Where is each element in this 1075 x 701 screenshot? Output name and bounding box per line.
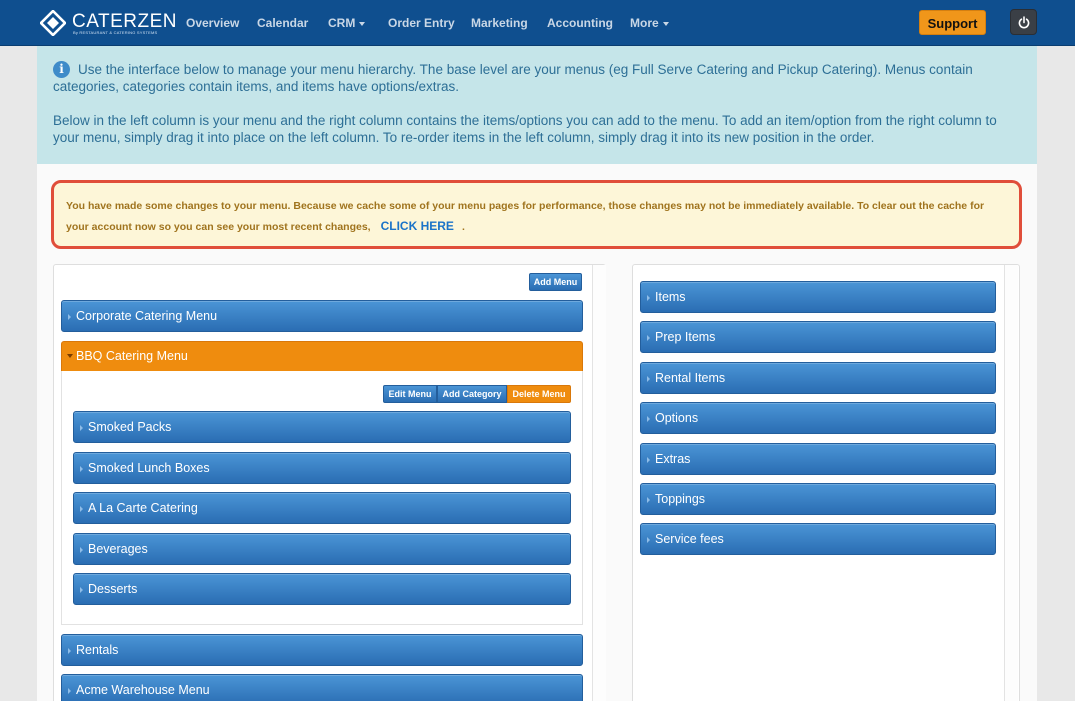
library-items[interactable]: Items xyxy=(640,281,996,313)
cache-warning-suffix: . xyxy=(461,221,465,233)
chevron-right-icon xyxy=(80,466,83,472)
chevron-right-icon xyxy=(647,497,650,503)
nav-more[interactable]: More xyxy=(630,16,669,30)
chevron-down-icon xyxy=(662,21,669,26)
cache-warning-text: You have made some changes to your menu.… xyxy=(66,196,996,237)
chevron-right-icon xyxy=(68,314,71,320)
chevron-right-icon xyxy=(68,688,71,694)
edit-menu-button[interactable]: Edit Menu xyxy=(383,385,437,403)
category-label: Beverages xyxy=(88,542,148,556)
menu-rentals[interactable]: Rentals xyxy=(61,634,583,666)
category-smoked-lunch-boxes[interactable]: Smoked Lunch Boxes xyxy=(73,452,571,484)
nav-overview[interactable]: Overview xyxy=(186,16,239,30)
category-label: Smoked Packs xyxy=(88,420,172,434)
library-label: Rental Items xyxy=(655,371,726,385)
library-label: Toppings xyxy=(655,492,706,506)
menu-corporate-catering[interactable]: Corporate Catering Menu xyxy=(61,300,583,332)
chevron-right-icon xyxy=(647,416,650,422)
menu-label: Rentals xyxy=(76,643,119,657)
library-prep-items[interactable]: Prep Items xyxy=(640,321,996,353)
chevron-right-icon xyxy=(647,295,650,301)
library-label: Extras xyxy=(655,452,691,466)
library-label: Options xyxy=(655,411,699,425)
category-beverages[interactable]: Beverages xyxy=(73,533,571,565)
power-icon xyxy=(1018,16,1030,29)
add-menu-button[interactable]: Add Menu xyxy=(529,273,582,291)
cache-warning-message: You have made some changes to your menu.… xyxy=(66,200,985,233)
chevron-right-icon xyxy=(647,335,650,341)
menu-label: Corporate Catering Menu xyxy=(76,309,218,323)
menu-label: BBQ Catering Menu xyxy=(76,349,188,363)
chevron-right-icon xyxy=(647,537,650,543)
library-service-fees[interactable]: Service fees xyxy=(640,523,996,555)
nav-crm[interactable]: CRM xyxy=(328,16,366,30)
cache-warning-alert: You have made some changes to your menu.… xyxy=(51,180,1022,249)
library-label: Items xyxy=(655,290,686,304)
clear-cache-link[interactable]: CLICK HERE xyxy=(381,219,454,233)
category-label: Desserts xyxy=(88,582,138,596)
library-rental-items[interactable]: Rental Items xyxy=(640,362,996,394)
nav-order-entry[interactable]: Order Entry xyxy=(388,16,455,30)
nav-crm-label: CRM xyxy=(328,16,356,30)
add-category-button[interactable]: Add Category xyxy=(437,385,507,403)
menu-acme-warehouse[interactable]: Acme Warehouse Menu xyxy=(61,674,583,701)
library-extras[interactable]: Extras xyxy=(640,443,996,475)
nav-calendar[interactable]: Calendar xyxy=(257,16,308,30)
library-label: Prep Items xyxy=(655,330,716,344)
left-panel-scrollbar[interactable] xyxy=(592,265,606,701)
library-options[interactable]: Options xyxy=(640,402,996,434)
nav-marketing[interactable]: Marketing xyxy=(471,16,528,30)
chevron-right-icon xyxy=(68,648,71,654)
chevron-right-icon xyxy=(80,425,83,431)
chevron-down-icon xyxy=(67,354,73,358)
chevron-right-icon xyxy=(647,457,650,463)
logout-button[interactable] xyxy=(1010,9,1037,35)
nav-accounting[interactable]: Accounting xyxy=(547,16,613,30)
category-smoked-packs[interactable]: Smoked Packs xyxy=(73,411,571,443)
category-label: Smoked Lunch Boxes xyxy=(88,461,210,475)
delete-menu-button[interactable]: Delete Menu xyxy=(507,385,571,403)
library-label: Service fees xyxy=(655,532,724,546)
nav-more-label: More xyxy=(630,16,659,30)
chevron-right-icon xyxy=(647,376,650,382)
info-paragraph-1: Use the interface below to manage your m… xyxy=(53,62,973,94)
brand-tagline: By RESTAURANT & CATERING SYSTEMS xyxy=(73,30,158,35)
library-toppings[interactable]: Toppings xyxy=(640,483,996,515)
category-desserts[interactable]: Desserts xyxy=(73,573,571,605)
chevron-right-icon xyxy=(80,506,83,512)
support-button[interactable]: Support xyxy=(919,10,986,35)
menu-label: Acme Warehouse Menu xyxy=(76,683,210,697)
chevron-down-icon xyxy=(359,21,366,26)
menu-bbq-catering-open[interactable]: BBQ Catering Menu xyxy=(61,341,583,372)
category-a-la-carte[interactable]: A La Carte Catering xyxy=(73,492,571,524)
category-label: A La Carte Catering xyxy=(88,501,198,515)
right-panel-scrollbar[interactable] xyxy=(1004,265,1018,701)
caterzen-logo[interactable]: CATERZEN By RESTAURANT & CATERING SYSTEM… xyxy=(40,10,176,38)
top-navbar: CATERZEN By RESTAURANT & CATERING SYSTEM… xyxy=(0,0,1075,46)
chevron-right-icon xyxy=(80,587,83,593)
logo-diamond-icon xyxy=(40,10,66,36)
chevron-right-icon xyxy=(80,547,83,553)
info-paragraph-2: Below in the left column is your menu an… xyxy=(53,113,997,145)
